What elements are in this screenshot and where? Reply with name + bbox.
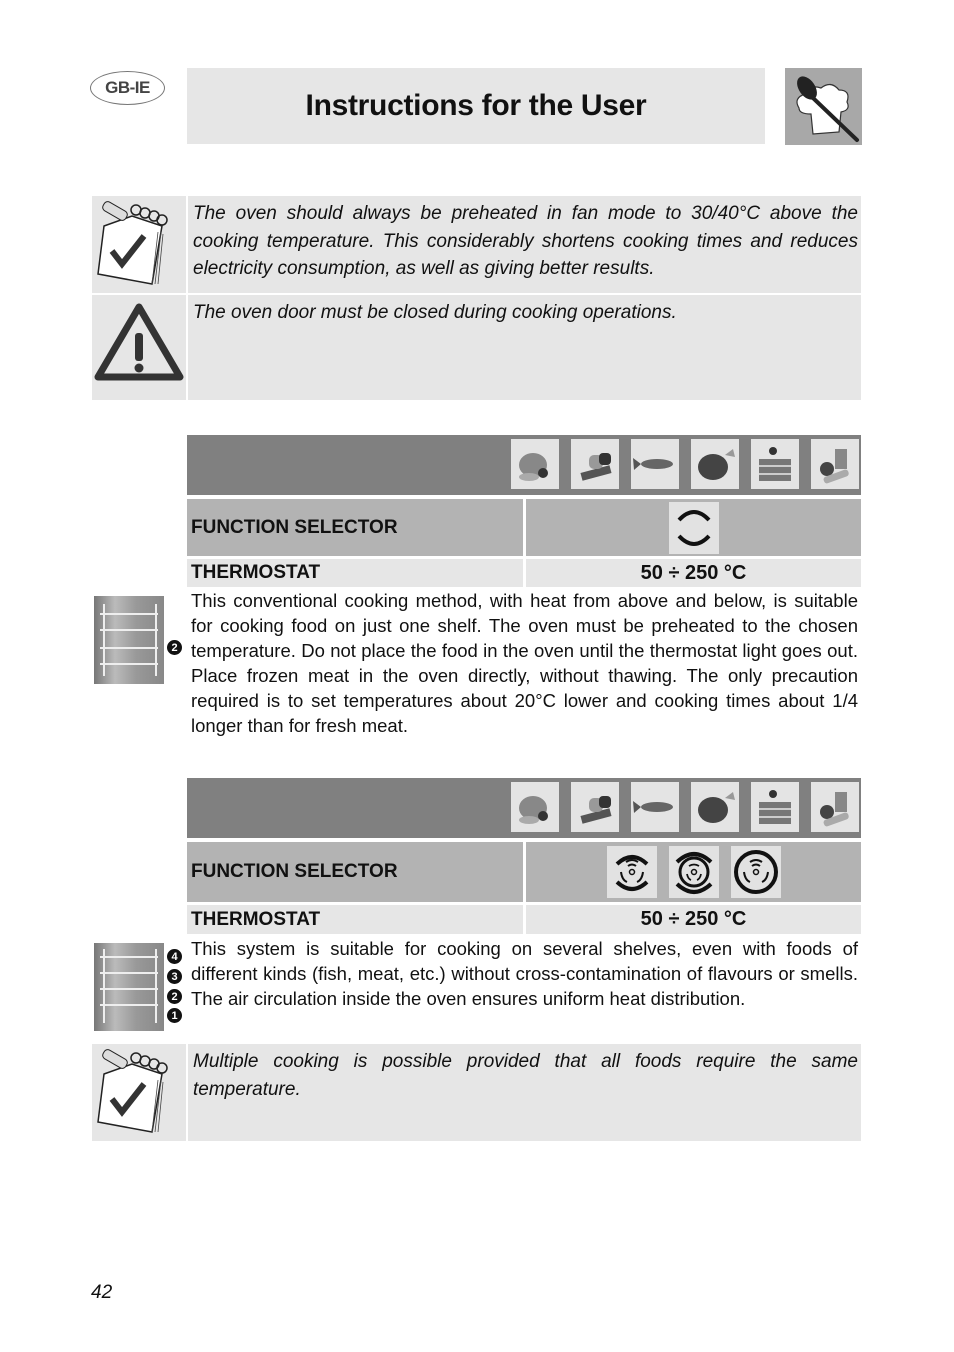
shelf-position-marker-2: 2	[167, 989, 182, 1004]
shelf-position-marker-3: 3	[167, 969, 182, 984]
note-multiple-cooking-text: Multiple cooking is possible provided th…	[188, 1044, 861, 1141]
fish-icon	[631, 439, 679, 489]
page-number: 42	[91, 1282, 113, 1303]
thermostat-value: 50 ÷ 250 °C	[526, 559, 861, 587]
meat-icon	[511, 439, 559, 489]
shelf-position-marker-1: 1	[167, 1008, 182, 1023]
thermostat-value: 50 ÷ 250 °C	[526, 905, 861, 934]
language-badge: GB-IE	[90, 71, 165, 105]
fan-circular-icon	[730, 846, 781, 898]
function-selector-value	[526, 842, 861, 902]
language-badge-label: GB-IE	[105, 78, 150, 97]
notepad-check-icon	[97, 201, 168, 285]
food-icons-band	[187, 778, 861, 838]
note-icon-cell	[92, 1044, 186, 1141]
shelf-position-marker-4: 4	[167, 949, 182, 964]
warning-icon-cell	[92, 295, 186, 400]
notepad-check-icon	[97, 1049, 168, 1133]
oven-shelf-icon	[94, 943, 164, 1031]
function-selector-label: FUNCTION SELECTOR	[187, 499, 523, 556]
top-bottom-heat-icon	[668, 501, 719, 554]
page-title: Instructions for the User	[305, 89, 647, 122]
food-icons-band	[187, 435, 861, 495]
warning-triangle-icon	[94, 303, 184, 381]
thermostat-label: THERMOSTAT	[187, 559, 523, 587]
bread-icon	[571, 782, 619, 832]
meat-icon	[511, 782, 559, 832]
note-door-closed-text: The oven door must be closed during cook…	[188, 295, 861, 400]
fish-icon	[631, 782, 679, 832]
bread-icon	[571, 439, 619, 489]
thermostat-label: THERMOSTAT	[187, 905, 523, 934]
note-icon-cell	[92, 196, 186, 293]
fan-description: This system is suitable for cooking on s…	[191, 938, 858, 1009]
vegetables-icon	[811, 782, 859, 832]
page-title-band: Instructions for the User	[187, 68, 765, 144]
chef-hat-spoon-icon	[785, 68, 862, 145]
cake-icon	[751, 439, 799, 489]
vegetables-icon	[811, 439, 859, 489]
function-selector-label: FUNCTION SELECTOR	[187, 842, 523, 902]
fan-top-bottom-icon	[668, 846, 719, 898]
poultry-icon	[691, 782, 739, 832]
shelf-position-marker: 2	[167, 640, 182, 655]
function-selector-value	[526, 499, 861, 556]
poultry-icon	[691, 439, 739, 489]
oven-shelf-icon	[94, 596, 164, 684]
cake-icon	[751, 782, 799, 832]
note-preheat-text: The oven should always be preheated in f…	[188, 196, 861, 293]
fan-assisted-icon	[606, 846, 657, 898]
conventional-description: This conventional cooking method, with h…	[191, 590, 858, 736]
